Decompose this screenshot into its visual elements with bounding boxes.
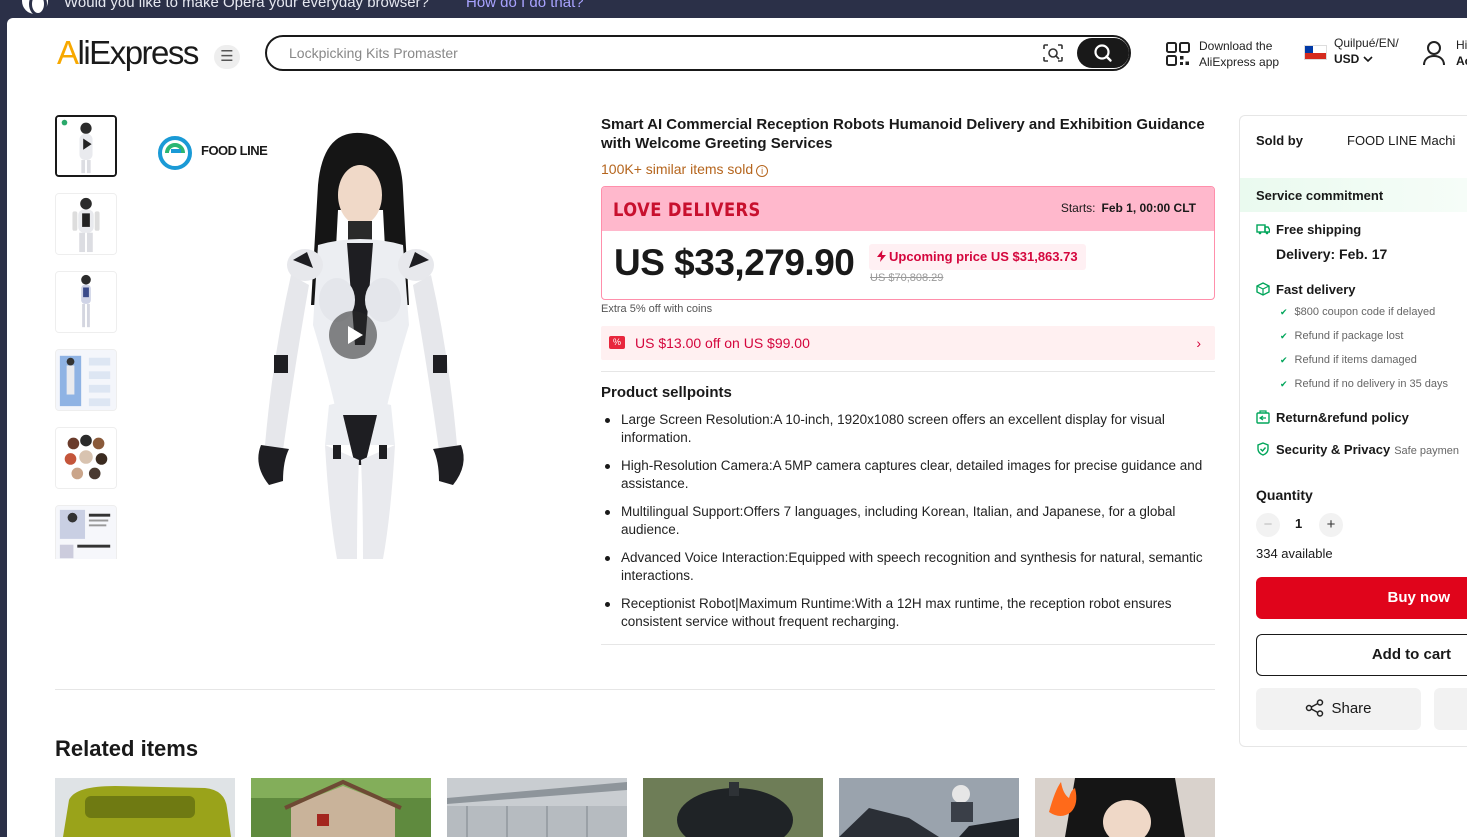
coupon-icon: % xyxy=(609,336,625,349)
search-input[interactable] xyxy=(289,43,1009,63)
sellpoint-item: Large Screen Resolution:A 10-inch, 1920x… xyxy=(601,411,1215,447)
opera-message: Would you like to make Opera your everyd… xyxy=(64,0,429,11)
divider xyxy=(601,644,1215,645)
thumbnail-list xyxy=(55,115,119,559)
guarantee-item: $800 coupon code if delayed xyxy=(1280,306,1436,318)
download-line2: AliExpress app xyxy=(1199,55,1280,69)
divider xyxy=(601,371,1215,372)
truck-icon xyxy=(1256,224,1270,235)
coins-note: Extra 5% off with coins xyxy=(601,303,713,315)
user-icon xyxy=(1422,40,1446,66)
download-app-link[interactable]: Download the AliExpress app xyxy=(1165,38,1295,72)
share-icon xyxy=(1306,699,1324,717)
sold-count: 100K+ similar items sold i xyxy=(601,161,1215,177)
stock-available: 334 available xyxy=(1256,546,1333,561)
thumbnail-robot-features[interactable] xyxy=(55,505,117,559)
related-item[interactable] xyxy=(839,778,1019,837)
related-item[interactable] xyxy=(251,778,431,837)
search-bar xyxy=(265,35,1131,71)
purchase-sidebar: Sold by FOOD LINE Machi Service commitme… xyxy=(1239,115,1467,747)
category-menu-button[interactable]: ☰ xyxy=(214,45,240,69)
sellpoint-item: Advanced Voice Interaction:Equipped with… xyxy=(601,549,1215,585)
coupon-text: US $13.00 off on US $99.00 xyxy=(635,335,810,351)
account-menu[interactable]: Hi! Ac xyxy=(1422,38,1467,72)
locale-selector[interactable]: Quilpué/EN/ USD xyxy=(1304,36,1414,70)
thumbnail-robot-infographic[interactable] xyxy=(55,349,117,411)
opera-notice-bar: Would you like to make Opera your everyd… xyxy=(0,0,1467,18)
guarantee-item: Refund if package lost xyxy=(1280,330,1404,342)
fast-delivery[interactable]: Fast delivery xyxy=(1256,282,1356,297)
upcoming-price-badge: Upcoming price US $31,863.73 xyxy=(869,244,1086,270)
related-items-title: Related items xyxy=(55,736,199,761)
thumbnail-robot-full[interactable] xyxy=(55,271,117,333)
aliexpress-logo[interactable]: AliExpress xyxy=(57,34,199,72)
image-search-icon[interactable] xyxy=(1042,43,1064,63)
wishlist-button[interactable] xyxy=(1434,688,1467,730)
play-video-icon[interactable] xyxy=(329,311,377,359)
opera-logo-icon xyxy=(22,0,48,16)
info-icon[interactable]: i xyxy=(756,165,769,177)
quantity-decrease-button[interactable]: − xyxy=(1256,513,1280,537)
qr-code-icon xyxy=(1165,41,1191,67)
coupon-banner[interactable]: % US $13.00 off on US $99.00 › xyxy=(601,326,1215,360)
product-info: Smart AI Commercial Reception Robots Hum… xyxy=(601,115,1215,645)
sellpoint-item: Multilingual Support:Offers 7 languages,… xyxy=(601,503,1215,539)
delivery-date: Delivery: Feb. 17 xyxy=(1276,246,1388,262)
product-title: Smart AI Commercial Reception Robots Hum… xyxy=(601,116,1205,152)
return-refund-policy[interactable]: Return&refund policy xyxy=(1256,410,1409,425)
thumbnail-video[interactable] xyxy=(55,115,117,177)
quantity-label: Quantity xyxy=(1256,487,1313,503)
security-privacy[interactable]: Security & Privacy Safe paymen xyxy=(1256,442,1459,457)
add-to-cart-button[interactable]: Add to cart xyxy=(1256,634,1467,676)
search-button[interactable] xyxy=(1077,38,1129,68)
return-icon xyxy=(1256,410,1270,424)
divider xyxy=(55,689,1215,690)
chile-flag-icon xyxy=(1304,45,1327,60)
locale-currency: USD xyxy=(1334,52,1373,66)
account-greeting: Hi! xyxy=(1456,38,1467,52)
service-commitment-title: Service commitment xyxy=(1256,188,1384,203)
guarantee-item: Refund if no delivery in 35 days xyxy=(1280,378,1448,390)
free-shipping[interactable]: Free shipping xyxy=(1256,222,1361,237)
shield-icon xyxy=(1257,442,1269,456)
account-label: Ac xyxy=(1456,54,1467,68)
promo-title: LOVE DELIVERS xyxy=(613,199,761,221)
store-link[interactable]: FOOD LINE Machi xyxy=(1347,133,1455,148)
sellpoints-title: Product sellpoints xyxy=(601,384,732,401)
related-item[interactable] xyxy=(1035,778,1215,837)
quantity-value[interactable]: 1 xyxy=(1295,516,1302,531)
price-box: LOVE DELIVERS Starts: Feb 1, 00:00 CLT US… xyxy=(601,186,1215,300)
site-header: AliExpress ☰ Download the AliExpress app… xyxy=(7,18,1467,90)
locale-region: Quilpué/EN/ xyxy=(1334,36,1399,50)
related-item[interactable] xyxy=(55,778,235,837)
promo-start: Starts: Feb 1, 00:00 CLT xyxy=(1060,201,1196,215)
guarantee-item: Refund if items damaged xyxy=(1280,354,1417,366)
box-icon xyxy=(1256,282,1270,296)
chevron-right-icon: › xyxy=(1196,335,1201,351)
sold-by-label: Sold by xyxy=(1256,133,1303,148)
quantity-increase-button[interactable]: + xyxy=(1319,513,1343,537)
related-item[interactable] xyxy=(447,778,627,837)
sellpoints-list: Large Screen Resolution:A 10-inch, 1920x… xyxy=(601,411,1215,641)
related-item[interactable] xyxy=(643,778,823,837)
share-button[interactable]: Share xyxy=(1256,688,1421,730)
sellpoint-item: Receptionist Robot|Maximum Runtime:With … xyxy=(601,595,1215,631)
opera-help-link[interactable]: How do I do that? xyxy=(466,0,584,11)
original-price: US $70,808.29 xyxy=(870,272,944,284)
main-product-image[interactable]: FOOD LINE xyxy=(133,115,578,559)
thumbnail-robot-heads[interactable] xyxy=(55,427,117,489)
thumbnail-robot-front[interactable] xyxy=(55,193,117,255)
download-line1: Download the xyxy=(1199,39,1273,53)
sellpoint-item: High-Resolution Camera:A 5MP camera capt… xyxy=(601,457,1215,493)
page: AliExpress ☰ Download the AliExpress app… xyxy=(7,18,1467,837)
current-price: US $33,279.90 xyxy=(614,242,855,283)
buy-now-button[interactable]: Buy now xyxy=(1256,577,1467,619)
